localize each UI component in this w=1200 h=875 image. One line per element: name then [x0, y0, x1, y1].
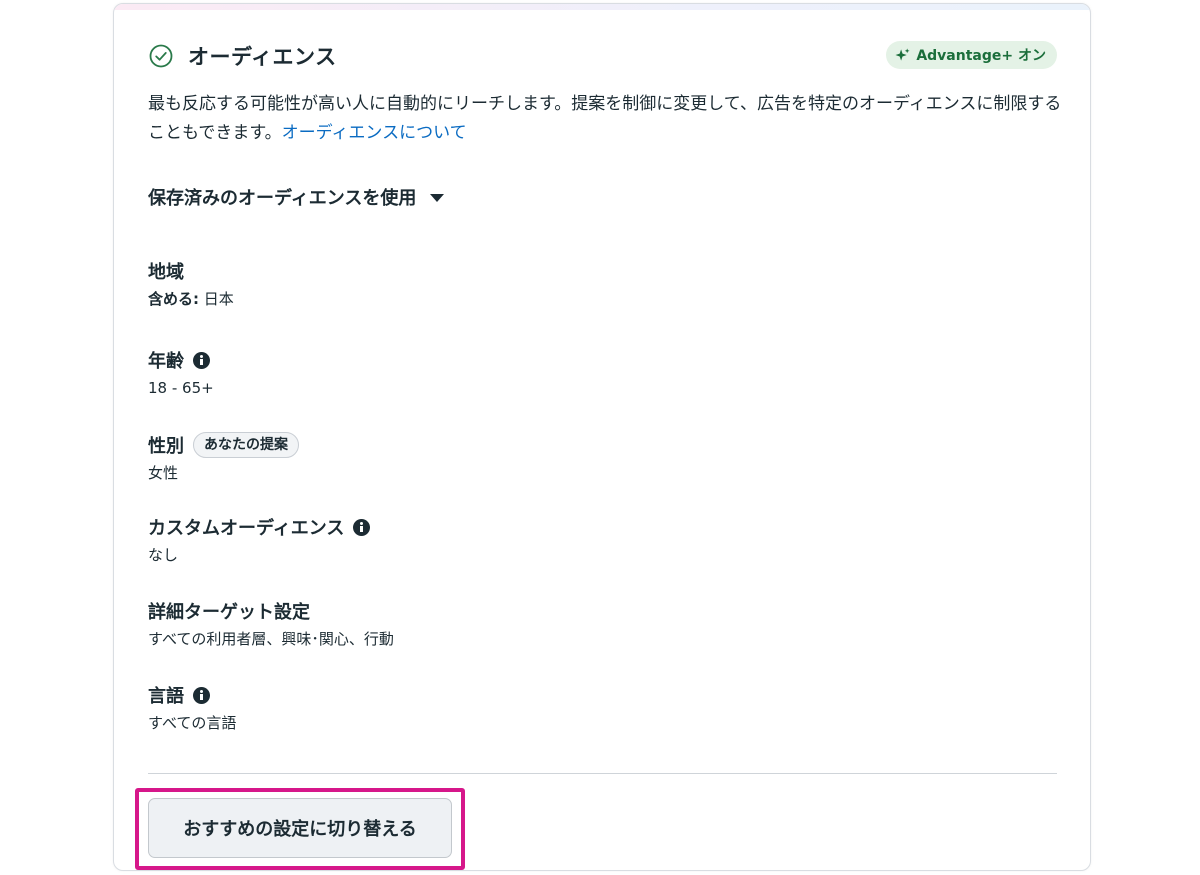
setting-gender-title: 性別 あなたの提案 [148, 432, 1048, 458]
section-title: オーディエンス [188, 45, 337, 69]
audience-card: オーディエンス Advantage+ オン 最も反応する可能性が高い人に自動的に… [113, 3, 1091, 871]
setting-location-title-text: 地域 [148, 262, 184, 283]
setting-age-title: 年齢 [148, 347, 1048, 373]
setting-detailed-targeting-value: すべての利用者層、興味･関心、行動 [148, 630, 394, 648]
setting-custom-audience-title: カスタムオーディエンス [148, 514, 1048, 540]
setting-detailed-targeting: 詳細ターゲット設定 すべての利用者層、興味･関心、行動 [148, 598, 1048, 649]
setting-detailed-targeting-title-text: 詳細ターゲット設定 [148, 602, 310, 623]
saved-audience-dropdown-label: 保存済みのオーディエンスを使用 [148, 188, 417, 209]
info-icon[interactable] [193, 351, 210, 369]
switch-to-recommended-button[interactable]: おすすめの設定に切り替える [148, 798, 452, 858]
setting-location-title: 地域 [148, 258, 1048, 284]
setting-location-value: 含める: 日本 [148, 289, 1048, 309]
info-icon[interactable] [353, 518, 371, 536]
setting-age-value: 18 - 65+ [148, 379, 214, 397]
location-include-label: 含める: [148, 290, 199, 308]
setting-language: 言語 すべての言語 [148, 682, 1048, 733]
about-audience-link[interactable]: オーディエンスについて [282, 123, 467, 143]
card-top-gradient [114, 4, 1090, 10]
suggestion-pill: あなたの提案 [193, 432, 299, 458]
setting-custom-audience-title-text: カスタムオーディエンス [148, 518, 345, 539]
sparkle-icon [895, 47, 910, 61]
advantage-plus-badge-label: Advantage+ オン [916, 48, 1046, 64]
caret-down-icon [430, 194, 445, 202]
setting-age-title-text: 年齢 [148, 351, 184, 372]
setting-language-value: すべての言語 [148, 714, 237, 732]
audience-header: オーディエンス Advantage+ オン [148, 40, 1057, 72]
setting-language-title: 言語 [148, 682, 1048, 708]
setting-location: 地域 含める: 日本 [148, 258, 1048, 309]
setting-custom-audience: カスタムオーディエンス なし [148, 514, 1048, 565]
setting-age: 年齢 18 - 65+ [148, 347, 1048, 398]
setting-detailed-targeting-title: 詳細ターゲット設定 [148, 598, 1048, 624]
page: オーディエンス Advantage+ オン 最も反応する可能性が高い人に自動的に… [0, 0, 1200, 875]
setting-gender-title-text: 性別 [148, 436, 184, 457]
location-value-text: 日本 [203, 290, 234, 308]
section-divider [148, 773, 1057, 774]
saved-audience-dropdown[interactable]: 保存済みのオーディエンスを使用 [148, 182, 445, 212]
advantage-plus-badge[interactable]: Advantage+ オン [886, 41, 1057, 69]
setting-gender-value: 女性 [148, 464, 179, 482]
check-circle-icon [149, 44, 173, 68]
audience-description: 最も反応する可能性が高い人に自動的にリーチします。提案を制御に変更して、広告を特… [148, 90, 1063, 148]
setting-gender: 性別 あなたの提案 女性 [148, 432, 1048, 483]
info-icon[interactable] [193, 686, 210, 704]
setting-language-title-text: 言語 [148, 686, 184, 707]
setting-custom-audience-value: なし [148, 546, 179, 564]
